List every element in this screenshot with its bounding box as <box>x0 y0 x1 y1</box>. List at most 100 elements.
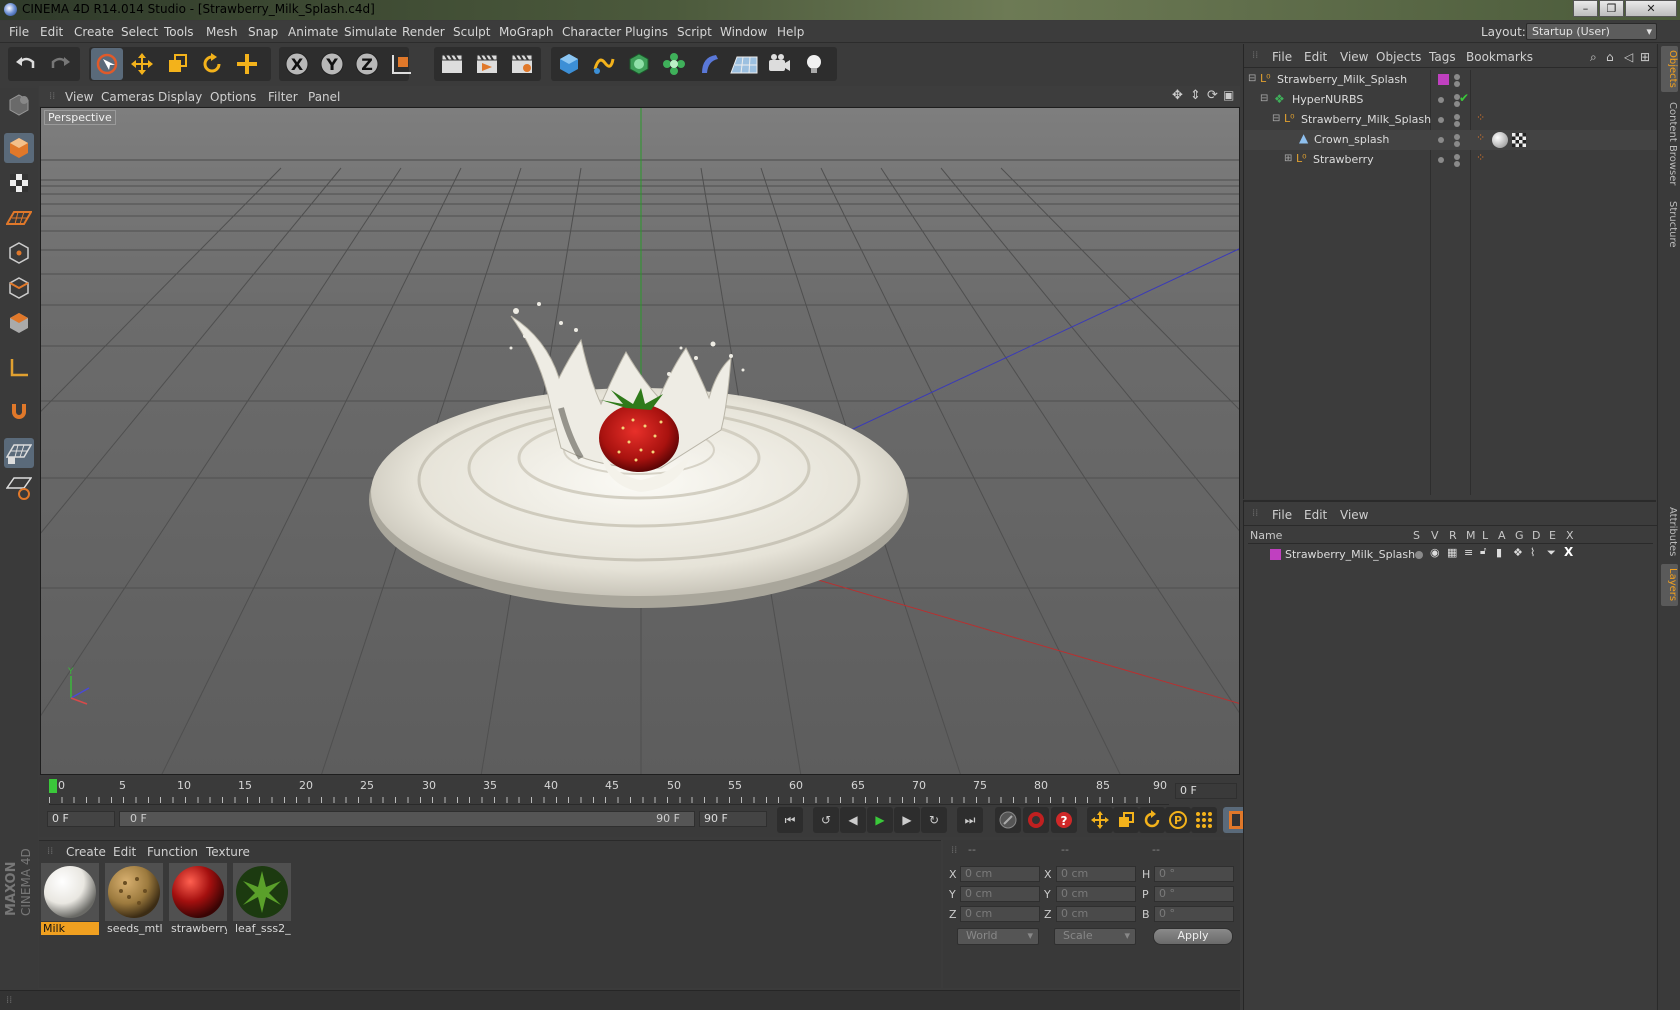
material-leaf[interactable]: leaf_sss2_m <box>233 863 291 935</box>
add-deformer-button[interactable] <box>693 48 725 80</box>
record-rotation-button[interactable] <box>1139 807 1165 833</box>
previous-frame-button[interactable]: ◀ <box>840 807 866 833</box>
minimize-button[interactable]: – <box>1573 0 1598 17</box>
undo-button[interactable] <box>10 48 42 80</box>
start-frame-field[interactable]: 0 F <box>47 811 115 827</box>
axis-mode-button[interactable] <box>4 353 34 383</box>
generator-icon[interactable]: ❖ <box>1513 546 1523 559</box>
keyframe-selection-button[interactable]: ? <box>1051 807 1077 833</box>
object-row[interactable]: ⊟ ❖ HyperNURBS ✔ <box>1244 90 1657 110</box>
object-row[interactable]: ⊟ L⁰ Strawberry_Milk_Splash ⁘ <box>1244 110 1657 130</box>
manager-icon[interactable]: ≡ <box>1464 546 1473 559</box>
perspective-viewport[interactable]: Y Perspective <box>40 107 1240 775</box>
deformer-icon[interactable]: ⌇ <box>1530 546 1535 559</box>
objects-menu-tags[interactable]: Tags <box>1429 50 1456 64</box>
objects-menu-objects[interactable]: Objects <box>1376 50 1421 64</box>
play-button[interactable]: ▶ <box>867 807 893 833</box>
size-x-field[interactable]: 0 cm <box>1056 866 1136 882</box>
add-light-button[interactable] <box>798 48 830 80</box>
render-clapper-icon[interactable]: ▦ <box>1447 546 1457 559</box>
record-position-button[interactable] <box>1087 807 1113 833</box>
go-to-end-button[interactable]: ⏭ <box>957 807 983 833</box>
add-spline-button[interactable] <box>588 48 620 80</box>
rotate-tool-button[interactable] <box>196 48 228 80</box>
menu-script[interactable]: Script <box>677 25 712 39</box>
col-name[interactable]: Name <box>1250 529 1282 542</box>
coordinate-mode-dropdown[interactable]: Scale ▾ <box>1054 928 1136 945</box>
planar-workplane-button[interactable] <box>4 473 34 503</box>
maximize-button[interactable]: ❐ <box>1599 0 1624 17</box>
preview-range-slider[interactable]: 0 F 90 F <box>119 811 695 827</box>
record-keys-button[interactable] <box>995 807 1021 833</box>
render-view-button[interactable] <box>436 48 468 80</box>
material-seeds[interactable]: seeds_mtl <box>105 863 163 935</box>
material-strawberry[interactable]: strawberry <box>169 863 227 935</box>
menu-simulate[interactable]: Simulate <box>344 25 397 39</box>
add-array-button[interactable] <box>658 48 690 80</box>
animation-icon[interactable]: ▮ <box>1496 546 1502 559</box>
go-to-start-button[interactable]: ⏮ <box>777 807 803 833</box>
layers-menu-view[interactable]: View <box>1340 508 1368 522</box>
menu-window[interactable]: Window <box>720 25 767 39</box>
material-menu-create[interactable]: Create <box>66 845 106 859</box>
menu-file[interactable]: File <box>9 25 29 39</box>
col-locked[interactable]: L <box>1482 529 1488 542</box>
dolly-icon[interactable]: ⇕ <box>1190 88 1201 103</box>
position-z-field[interactable]: 0 cm <box>960 906 1040 922</box>
material-tag-icon[interactable] <box>1492 132 1508 148</box>
add-camera-button[interactable] <box>763 48 795 80</box>
col-manager[interactable]: M <box>1466 529 1476 542</box>
live-selection-button[interactable] <box>91 48 123 80</box>
objects-menu-edit[interactable]: Edit <box>1304 50 1327 64</box>
solo-toggle[interactable] <box>1415 551 1423 559</box>
layout-dropdown[interactable]: Startup (User) ▾ <box>1526 23 1657 40</box>
viewport-menu-display[interactable]: Display <box>158 90 202 104</box>
rotation-b-field[interactable]: 0 ° <box>1154 906 1234 922</box>
menu-select[interactable]: Select <box>121 25 158 39</box>
enabled-check-icon[interactable]: ✔ <box>1459 91 1469 105</box>
next-frame-button[interactable]: ▶ <box>894 807 920 833</box>
viewport-menu-view[interactable]: View <box>65 90 93 104</box>
layers-menu-edit[interactable]: Edit <box>1304 508 1327 522</box>
render-settings-button[interactable] <box>506 48 538 80</box>
menu-sculpt[interactable]: Sculpt <box>453 25 490 39</box>
col-render[interactable]: R <box>1449 529 1457 542</box>
points-mode-button[interactable] <box>4 238 34 268</box>
col-expressions[interactable]: E <box>1549 529 1556 542</box>
viewport-menu-filter[interactable]: Filter <box>268 90 298 104</box>
material-milk[interactable]: Milk <box>41 863 99 935</box>
tab-layers[interactable]: Layers <box>1661 564 1678 606</box>
col-deformers[interactable]: D <box>1532 529 1540 542</box>
tab-objects[interactable]: Objects <box>1661 46 1678 92</box>
layer-color-swatch[interactable] <box>1270 549 1281 560</box>
material-menu-edit[interactable]: Edit <box>113 845 136 859</box>
x-axis-lock-button[interactable]: X <box>281 48 313 80</box>
pan-icon[interactable]: ✥ <box>1172 88 1183 103</box>
recent-tool-button[interactable] <box>231 48 263 80</box>
tab-content-browser[interactable]: Content Browser <box>1661 96 1678 192</box>
orbit-icon[interactable]: ⟳ <box>1207 88 1218 103</box>
z-axis-lock-button[interactable]: Z <box>351 48 383 80</box>
layer-color-swatch[interactable] <box>1438 74 1449 85</box>
xref-icon[interactable]: X <box>1564 545 1573 559</box>
layer-row[interactable]: Strawberry_Milk_Splash ◉ ▦ ≡ 🔓︎ ▮ ❖ ⌇ ⏷ … <box>1244 545 1657 565</box>
current-frame-field[interactable]: 0 F <box>1175 783 1237 799</box>
home-icon[interactable]: ⌂ <box>1606 50 1614 64</box>
texture-mode-button[interactable] <box>4 168 34 198</box>
tag-dots-icon[interactable]: ⁘ <box>1476 131 1485 144</box>
col-animation[interactable]: A <box>1498 529 1506 542</box>
menu-edit[interactable]: Edit <box>40 25 63 39</box>
expression-icon[interactable]: ⏷ <box>1547 546 1556 560</box>
col-solo[interactable]: S <box>1413 529 1420 542</box>
move-tool-button[interactable] <box>126 48 158 80</box>
apply-button[interactable]: Apply <box>1153 928 1233 945</box>
snap-button[interactable] <box>4 396 34 426</box>
object-row[interactable]: ⊞ L⁰ Strawberry ⁘ <box>1244 150 1657 170</box>
rotation-h-field[interactable]: 0 ° <box>1154 866 1234 882</box>
menu-character[interactable]: Character <box>562 25 621 39</box>
object-row[interactable]: ⊟ L⁰ Strawberry_Milk_Splash <box>1244 70 1657 90</box>
position-y-field[interactable]: 0 cm <box>960 886 1040 902</box>
menu-animate[interactable]: Animate <box>288 25 338 39</box>
previous-key-button[interactable]: ↺ <box>813 807 839 833</box>
locked-workplane-button[interactable] <box>4 438 34 468</box>
